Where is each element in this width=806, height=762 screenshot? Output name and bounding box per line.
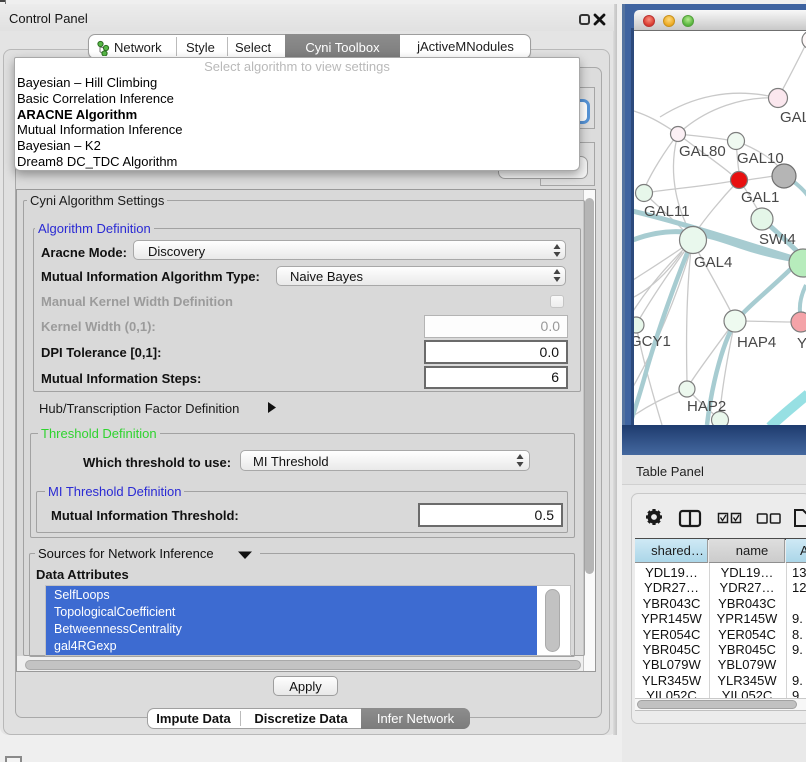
svg-text:GAL11: GAL11 <box>644 203 690 220</box>
svg-text:GAL10: GAL10 <box>737 150 784 167</box>
svg-text:YL: YL <box>797 335 806 352</box>
svg-text:GAL80: GAL80 <box>679 143 726 160</box>
svg-text:HAP4: HAP4 <box>737 334 776 351</box>
svg-text:HAP2: HAP2 <box>687 398 726 415</box>
svg-text:GAL4: GAL4 <box>694 254 732 271</box>
svg-text:GAL2: GAL2 <box>780 109 806 126</box>
svg-text:GCY1: GCY1 <box>634 333 671 350</box>
svg-text:SWI4: SWI4 <box>759 231 796 248</box>
svg-text:GAL1: GAL1 <box>741 189 779 206</box>
